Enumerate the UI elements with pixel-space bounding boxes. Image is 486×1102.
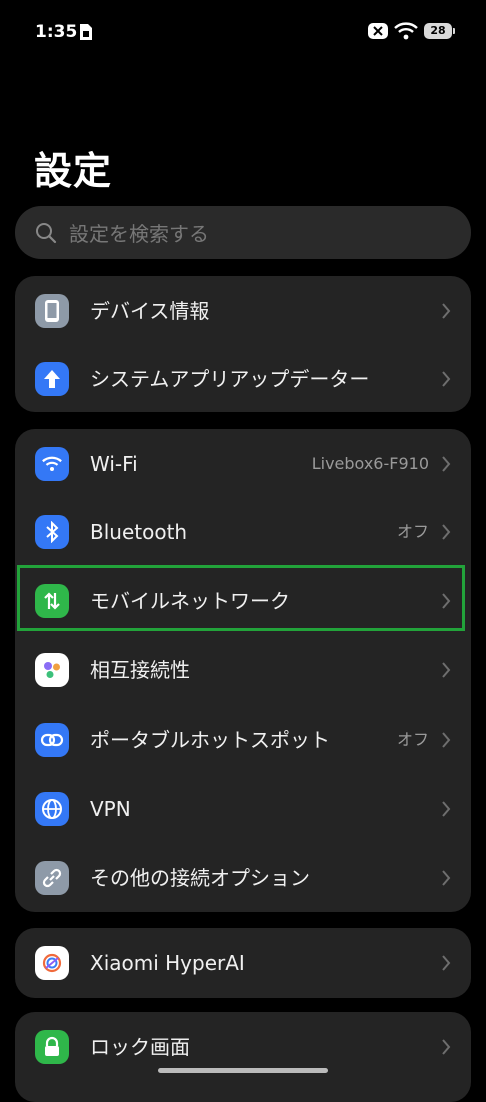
settings-item-label: システムアプリアップデーター: [90, 367, 370, 391]
settings-item-wifi[interactable]: Wi-Fi Livebox6-F910: [15, 431, 471, 497]
settings-item-hotspot[interactable]: ポータブルホットスポット オフ: [15, 707, 471, 773]
chevron-right-icon: [442, 662, 451, 678]
chevron-right-icon: [442, 371, 451, 387]
ai-card: Xiaomi HyperAI: [15, 928, 471, 998]
wifi-icon: [394, 22, 418, 40]
battery-indicator: 28: [424, 23, 455, 39]
phone-icon: [35, 294, 69, 328]
device-card: デバイス情報 システムアプリアップデーター: [15, 276, 471, 412]
bluetooth-icon: [35, 515, 69, 549]
lock-icon: [35, 1030, 69, 1064]
link-icon: [35, 861, 69, 895]
search-bar[interactable]: 設定を検索する: [15, 206, 471, 259]
settings-item-label: デバイス情報: [90, 299, 210, 323]
settings-item-interconnectivity[interactable]: 相互接続性: [15, 637, 471, 703]
bluetooth-status: オフ: [396, 522, 429, 541]
search-icon: [36, 222, 57, 243]
chevron-right-icon: [442, 303, 451, 319]
wifi-settings-icon: [35, 447, 69, 481]
settings-item-label: Wi-Fi: [90, 452, 138, 476]
settings-item-about-device[interactable]: デバイス情報: [15, 278, 471, 344]
settings-item-vpn[interactable]: VPN: [15, 776, 471, 842]
hotspot-status: オフ: [396, 730, 429, 749]
settings-item-label: その他の接続オプション: [90, 866, 310, 890]
security-card: ロック画面: [15, 1012, 471, 1102]
interconnectivity-icon: [35, 653, 69, 687]
settings-item-more-connection-options[interactable]: その他の接続オプション: [15, 845, 471, 911]
wifi-network-name: Livebox6-F910: [311, 454, 429, 473]
settings-item-xiaomi-hyperai[interactable]: Xiaomi HyperAI: [15, 930, 471, 996]
settings-item-label: ポータブルホットスポット: [90, 728, 330, 752]
status-icons: 28: [368, 22, 455, 40]
settings-item-label: Bluetooth: [90, 520, 188, 544]
settings-item-system-app-updater[interactable]: システムアプリアップデーター: [15, 346, 471, 412]
settings-item-label: 相互接続性: [90, 658, 190, 682]
search-placeholder: 設定を検索する: [69, 222, 209, 246]
hotspot-icon: [35, 723, 69, 757]
globe-icon: [35, 792, 69, 826]
settings-item-bluetooth[interactable]: Bluetooth オフ: [15, 499, 471, 565]
chevron-right-icon: [442, 870, 451, 886]
connectivity-card: Wi-Fi Livebox6-F910 Bluetooth オフ モバイルネット…: [15, 429, 471, 912]
chevron-right-icon: [442, 801, 451, 817]
chevron-right-icon: [442, 456, 451, 472]
hyperai-icon: [35, 946, 69, 980]
status-time: 1:35: [35, 22, 78, 42]
chevron-right-icon: [442, 955, 451, 971]
chevron-right-icon: [442, 524, 451, 540]
home-gesture-bar[interactable]: [158, 1068, 328, 1073]
settings-item-label: Xiaomi HyperAI: [90, 951, 245, 975]
chevron-right-icon: [442, 1039, 451, 1055]
update-arrow-icon: [35, 362, 69, 396]
sim-card-icon: [80, 24, 92, 40]
notification-x-icon: [368, 23, 388, 39]
settings-item-label: VPN: [90, 797, 131, 821]
status-bar: 1:35 28: [0, 0, 486, 62]
page-title: 設定: [34, 149, 113, 193]
highlight-frame: [17, 565, 465, 631]
chevron-right-icon: [442, 732, 451, 748]
